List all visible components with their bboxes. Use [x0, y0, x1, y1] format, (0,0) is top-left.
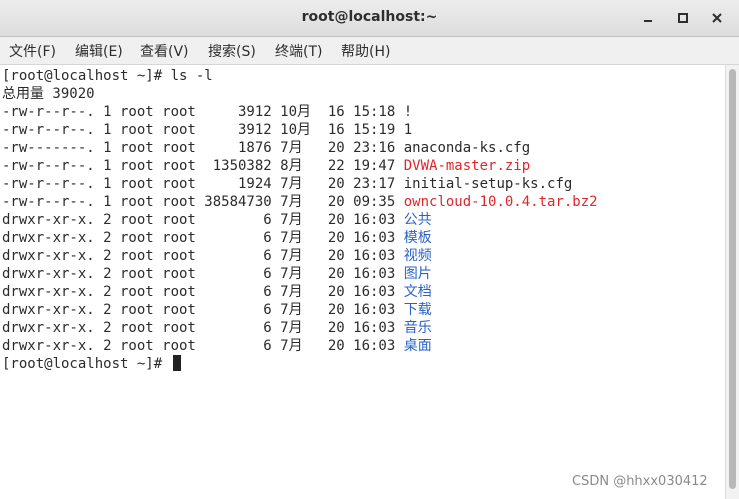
directory-name: 图片	[403, 266, 432, 282]
directory-name: 模板	[403, 230, 432, 246]
line-text: -rw-r--r--. 1 root root 38584730 7月 20 0…	[2, 194, 404, 210]
line-text: drwxr-xr-x. 2 root root 6 7月 20 16:03	[2, 284, 404, 300]
minimize-icon[interactable]	[638, 8, 658, 28]
directory-name: 桌面	[403, 338, 432, 354]
line-text: -rw-r--r--. 1 root root 3912 10月 16 15:1…	[2, 104, 404, 120]
line-text: 总用量 39020	[2, 86, 95, 102]
directory-name: 公共	[403, 212, 432, 228]
directory-name: 下载	[403, 302, 432, 318]
line-text: drwxr-xr-x. 2 root root 6 7月 20 16:03	[2, 302, 404, 318]
terminal-line: -rw-r--r--. 1 root root 3912 10月 16 15:1…	[2, 121, 412, 139]
terminal-line: drwxr-xr-x. 2 root root 6 7月 20 16:03 模板	[2, 229, 432, 247]
prompt-text: [root@localhost ~]#	[2, 356, 171, 372]
line-text: -rw-------. 1 root root 1876 7月 20 23:16	[2, 140, 404, 156]
archive-file-name: owncloud-10.0.4.tar.bz2	[403, 194, 598, 210]
terminal-line: drwxr-xr-x. 2 root root 6 7月 20 16:03 图片	[2, 265, 432, 283]
watermark-text: CSDN @hhxx030412	[572, 474, 708, 489]
window-title: root@localhost:~	[301, 9, 438, 25]
line-text: drwxr-xr-x. 2 root root 6 7月 20 16:03	[2, 338, 404, 354]
menu-terminal[interactable]: 终端(T)	[275, 41, 322, 61]
line-text: drwxr-xr-x. 2 root root 6 7月 20 16:03	[2, 320, 404, 336]
terminal-line: drwxr-xr-x. 2 root root 6 7月 20 16:03 下载	[2, 301, 432, 319]
directory-name: 视频	[403, 248, 432, 264]
close-icon[interactable]	[707, 8, 727, 28]
menu-help[interactable]: 帮助(H)	[341, 41, 390, 61]
line-text: drwxr-xr-x. 2 root root 6 7月 20 16:03	[2, 230, 404, 246]
line-text: -rw-r--r--. 1 root root 1350382 8月 22 19…	[2, 158, 404, 174]
terminal-output[interactable]: [root@localhost ~]# ls -l 总用量 39020 -rw-…	[0, 65, 725, 499]
terminal-line: [root@localhost ~]# ls -l	[2, 67, 213, 85]
archive-file-name: DVWA-master.zip	[403, 158, 531, 174]
terminal-line: -rw-r--r--. 1 root root 1924 7月 20 23:17…	[2, 175, 572, 193]
terminal-line: -rw-r--r--. 1 root root 3912 10月 16 15:1…	[2, 103, 412, 121]
title-bar: root@localhost:~	[0, 0, 739, 37]
directory-name: 文档	[403, 284, 432, 300]
menu-bar: 文件(F) 编辑(E) 查看(V) 搜索(S) 终端(T) 帮助(H)	[0, 37, 739, 65]
terminal-line: drwxr-xr-x. 2 root root 6 7月 20 16:03 公共	[2, 211, 432, 229]
terminal-line: 总用量 39020	[2, 85, 95, 103]
scrollbar-thumb[interactable]	[729, 69, 736, 489]
terminal-line: drwxr-xr-x. 2 root root 6 7月 20 16:03 桌面	[2, 337, 432, 355]
line-text: -rw-r--r--. 1 root root 3912 10月 16 15:1…	[2, 122, 404, 138]
menu-file[interactable]: 文件(F)	[9, 41, 56, 61]
line-text: drwxr-xr-x. 2 root root 6 7月 20 16:03	[2, 248, 404, 264]
directory-name: 音乐	[403, 320, 432, 336]
terminal-line: drwxr-xr-x. 2 root root 6 7月 20 16:03 音乐	[2, 319, 432, 337]
line-text: drwxr-xr-x. 2 root root 6 7月 20 16:03	[2, 212, 404, 228]
terminal-line: -rw-r--r--. 1 root root 38584730 7月 20 0…	[2, 193, 598, 211]
terminal-line: drwxr-xr-x. 2 root root 6 7月 20 16:03 视频	[2, 247, 432, 265]
terminal-line: -rw-r--r--. 1 root root 1350382 8月 22 19…	[2, 157, 530, 175]
menu-view[interactable]: 查看(V)	[140, 41, 189, 61]
terminal-scrollbar[interactable]	[725, 65, 739, 499]
maximize-icon[interactable]	[673, 8, 693, 28]
terminal-prompt-line: [root@localhost ~]#	[2, 355, 181, 373]
file-name: 1	[403, 122, 413, 138]
file-name: anaconda-ks.cfg	[403, 140, 531, 156]
terminal-line: drwxr-xr-x. 2 root root 6 7月 20 16:03 文档	[2, 283, 432, 301]
line-text: -rw-r--r--. 1 root root 1924 7月 20 23:17	[2, 176, 404, 192]
line-text: drwxr-xr-x. 2 root root 6 7月 20 16:03	[2, 266, 404, 282]
menu-search[interactable]: 搜索(S)	[208, 41, 256, 61]
line-text: [root@localhost ~]# ls -l	[2, 68, 213, 84]
text-cursor	[172, 355, 181, 371]
file-name: initial-setup-ks.cfg	[403, 176, 573, 192]
file-name: !	[403, 104, 413, 120]
menu-edit[interactable]: 编辑(E)	[75, 41, 123, 61]
terminal-line: -rw-------. 1 root root 1876 7月 20 23:16…	[2, 139, 530, 157]
